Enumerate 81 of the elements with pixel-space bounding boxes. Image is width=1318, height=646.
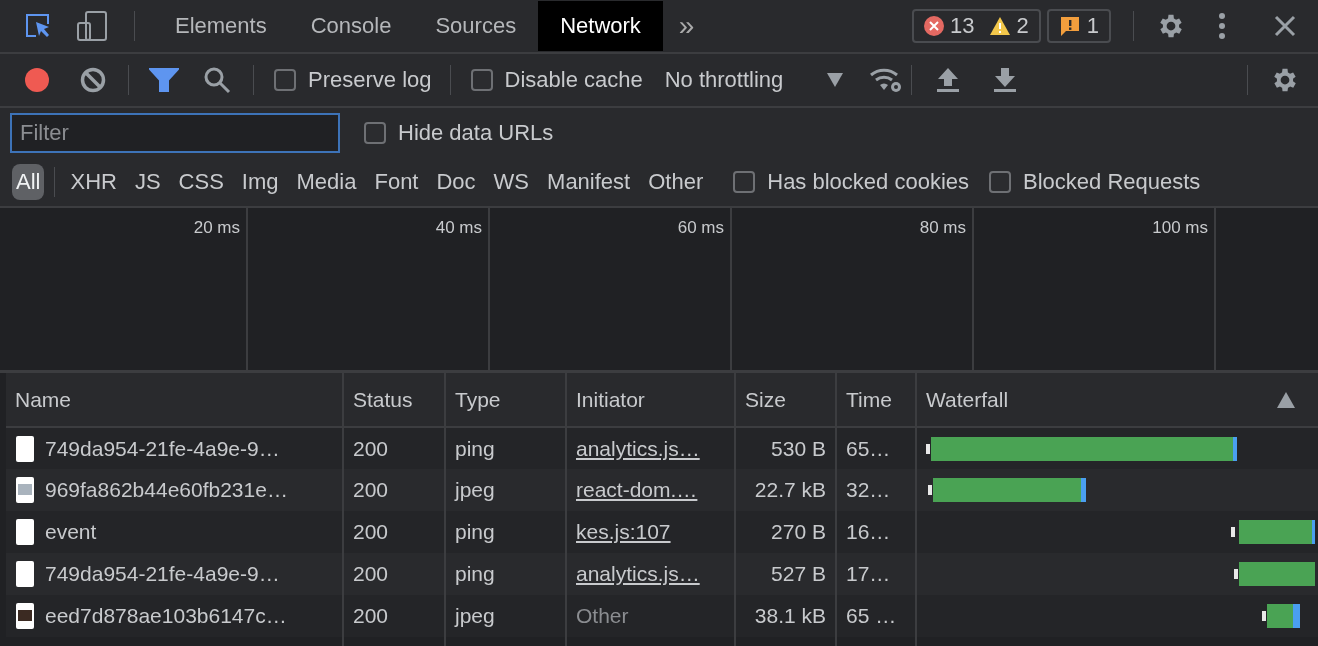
- error-warning-counter[interactable]: 13 2: [912, 9, 1041, 43]
- column-header[interactable]: Initiator: [566, 373, 735, 427]
- timeline-tick-label: 80 ms: [919, 218, 966, 239]
- column-header[interactable]: Waterfall: [926, 387, 1009, 412]
- type-cell: jpeg: [445, 595, 566, 637]
- more-options-icon[interactable]: [1218, 13, 1226, 39]
- timeline-tick-label: 20 ms: [193, 218, 240, 239]
- sort-ascending-icon[interactable]: [1277, 391, 1295, 408]
- request-name[interactable]: 749da954-21fe-4a9e-9…: [45, 436, 280, 461]
- request-name[interactable]: event: [45, 520, 97, 544]
- request-name[interactable]: eed7d878ae103b6147c…: [45, 604, 287, 628]
- checkbox[interactable]: [733, 171, 756, 193]
- column-header[interactable]: Name: [6, 373, 343, 427]
- search-icon[interactable]: [203, 66, 231, 94]
- upload-icon[interactable]: [936, 67, 961, 93]
- type-filter[interactable]: Other: [639, 164, 713, 200]
- inspect-icon[interactable]: [24, 12, 52, 40]
- checkbox[interactable]: [470, 69, 493, 91]
- image-thumbnail: [15, 476, 35, 504]
- initiator-link[interactable]: react-dom.…: [576, 478, 698, 501]
- dropdown-caret-icon: [827, 73, 844, 87]
- filter-icon[interactable]: [149, 67, 179, 93]
- type-filter[interactable]: Doc: [427, 164, 485, 200]
- waterfall-bar: [1262, 604, 1302, 628]
- type-filter[interactable]: XHR: [61, 164, 126, 200]
- type-filter[interactable]: Img: [232, 164, 288, 200]
- type-filter[interactable]: Media: [287, 164, 366, 200]
- column-header[interactable]: Type: [445, 373, 566, 427]
- issues-counter[interactable]: 1: [1046, 9, 1111, 43]
- checkbox-label[interactable]: Disable cache: [504, 67, 643, 93]
- request-name[interactable]: 749da954-21fe-4a9e-9…: [45, 562, 280, 586]
- status-cell: 200: [343, 595, 445, 637]
- warning-icon: [988, 16, 1011, 36]
- size-cell: 38.1 kB: [735, 595, 836, 637]
- clear-icon[interactable]: [80, 67, 106, 93]
- column-header[interactable]: Time: [836, 373, 916, 427]
- type-filter[interactable]: Manifest: [538, 164, 640, 200]
- error-count: 13: [950, 13, 975, 39]
- timeline-tick-label: 40 ms: [435, 218, 482, 239]
- initiator-link[interactable]: analytics.js…: [576, 562, 700, 585]
- column-header[interactable]: Size: [735, 373, 836, 427]
- checkbox-label[interactable]: Has blocked cookies: [767, 169, 970, 195]
- timeline-tick-label: 60 ms: [677, 218, 724, 239]
- initiator-text: Other: [576, 604, 629, 627]
- throttling-dropdown[interactable]: No throttling: [664, 67, 844, 93]
- type-filter[interactable]: Font: [365, 164, 428, 200]
- issue-icon: [1058, 15, 1081, 37]
- type-filter[interactable]: All: [12, 164, 45, 200]
- checkbox[interactable]: [274, 69, 296, 91]
- panel-tab[interactable]: Network: [538, 1, 663, 51]
- column-header[interactable]: Status: [343, 373, 445, 427]
- panel-tab[interactable]: Elements: [153, 1, 289, 51]
- panel-tab[interactable]: Sources: [413, 1, 539, 51]
- checkbox-label[interactable]: Preserve log: [308, 67, 432, 93]
- warning-count: 2: [1016, 13, 1029, 39]
- type-filter[interactable]: JS: [125, 164, 170, 200]
- checkbox-label[interactable]: Blocked Requests: [1023, 169, 1201, 195]
- filter-input[interactable]: Filter: [10, 113, 340, 153]
- close-icon[interactable]: [1274, 15, 1296, 37]
- device-icon[interactable]: [76, 10, 108, 42]
- time-cell: 65 …: [836, 595, 916, 637]
- record-icon[interactable]: [24, 67, 50, 93]
- type-filter[interactable]: WS: [484, 164, 539, 200]
- panel-tab[interactable]: Console: [288, 1, 414, 51]
- image-thumbnail: [15, 602, 35, 630]
- checkbox-label[interactable]: Hide data URLs: [398, 120, 554, 146]
- type-filter[interactable]: CSS: [169, 164, 233, 200]
- initiator-link[interactable]: kes.js:107: [576, 520, 671, 543]
- checkbox[interactable]: [989, 171, 1012, 193]
- checkbox[interactable]: [364, 122, 386, 144]
- request-name[interactable]: 969fa862b44e60fb231e…: [45, 478, 288, 502]
- issue-count: 1: [1086, 13, 1099, 39]
- network-conditions-icon[interactable]: [869, 66, 904, 94]
- download-icon[interactable]: [993, 67, 1018, 93]
- more-tabs-button[interactable]: »: [678, 10, 695, 42]
- document-icon: [15, 434, 35, 463]
- error-icon: [924, 16, 944, 36]
- document-icon: [15, 560, 35, 588]
- document-icon: [15, 518, 35, 546]
- initiator-link[interactable]: analytics.js…: [576, 436, 700, 460]
- timeline-tick-label: 100 ms: [1152, 218, 1208, 239]
